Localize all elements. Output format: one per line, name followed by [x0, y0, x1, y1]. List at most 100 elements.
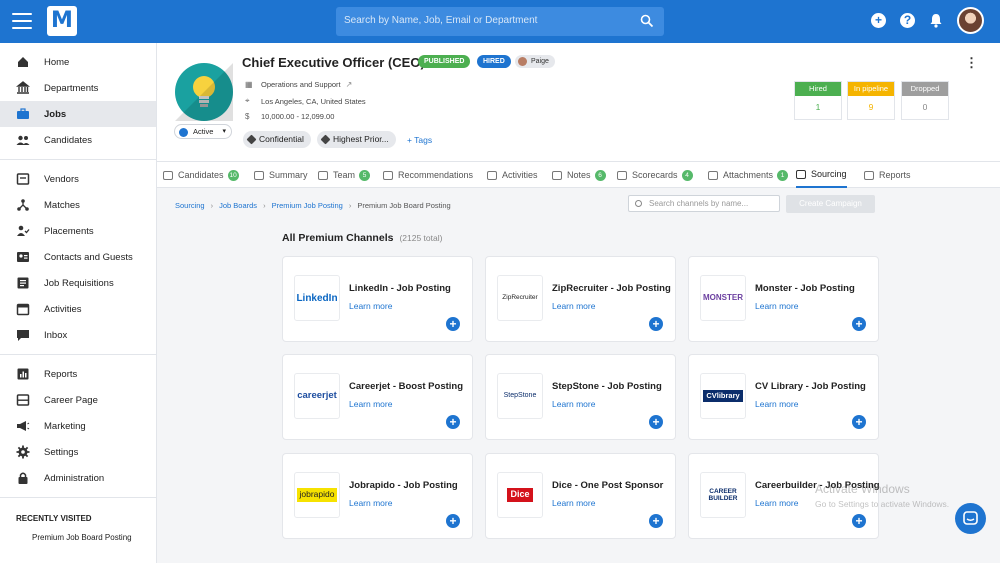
add-channel-icon[interactable]: + — [852, 415, 866, 429]
sidebar-item-career-page[interactable]: Career Page — [0, 387, 156, 413]
channel-card[interactable]: MONSTER Monster - Job Posting Learn more + — [688, 256, 879, 342]
tab-recommendations-icon — [383, 170, 393, 180]
tab-label: Recommendations — [398, 169, 474, 180]
tab-count-badge: 5 — [359, 169, 371, 181]
tab-sourcing-icon — [796, 169, 806, 179]
learn-more-link[interactable]: Learn more — [552, 399, 595, 409]
tab-count-badge: 1 — [777, 169, 789, 181]
sidebar-item-contacts-and-guests[interactable]: Contacts and Guests — [0, 244, 156, 270]
channel-logo: StepStone — [497, 373, 543, 419]
recent-item[interactable]: Premium Job Board Posting — [0, 523, 156, 542]
tab-label: Candidates — [178, 169, 224, 180]
chip-confidential[interactable]: Confidential — [243, 131, 311, 148]
breadcrumb-premium[interactable]: Premium Job Posting — [272, 201, 343, 210]
channel-logo-text: CAREER BUILDER — [701, 485, 745, 505]
more-options-icon[interactable]: ⋮ — [965, 55, 978, 71]
channel-search-input[interactable]: Search channels by name... — [628, 195, 780, 212]
add-channel-icon[interactable]: + — [852, 514, 866, 528]
tab-label: Activities — [502, 169, 538, 180]
tab-notes[interactable]: Notes 6 — [552, 162, 606, 188]
sidebar-item-placements[interactable]: Placements — [0, 218, 156, 244]
owner-chip[interactable]: Paige — [515, 55, 555, 68]
add-channel-icon[interactable]: + — [852, 317, 866, 331]
sidebar-item-departments[interactable]: Departments — [0, 75, 156, 101]
breadcrumb-job-boards[interactable]: Job Boards — [219, 201, 257, 210]
learn-more-link[interactable]: Learn more — [755, 399, 798, 409]
top-actions: + ? — [871, 7, 984, 34]
add-channel-icon[interactable]: + — [649, 415, 663, 429]
help-icon[interactable]: ? — [900, 13, 915, 28]
tab-attachments[interactable]: Attachments 1 — [708, 162, 789, 188]
sidebar-item-label: Inbox — [44, 329, 68, 341]
tag-icon — [246, 134, 257, 145]
sidebar-item-label: Career Page — [44, 394, 98, 406]
channel-card[interactable]: jobrapido Jobrapido - Job Posting Learn mo… — [282, 453, 473, 539]
channel-card[interactable]: careerjet Careerjet - Boost Posting Learn … — [282, 354, 473, 440]
learn-more-link[interactable]: Learn more — [552, 301, 595, 311]
breadcrumb-sourcing[interactable]: Sourcing — [175, 201, 205, 210]
tab-team[interactable]: Team 5 — [318, 162, 371, 188]
owner-avatar — [518, 57, 527, 66]
tab-attachments-icon — [708, 170, 718, 180]
sidebar-item-administration[interactable]: Administration — [0, 465, 156, 491]
tab-candidates[interactable]: Candidates 10 — [163, 162, 239, 188]
sidebar-item-marketing[interactable]: Marketing — [0, 413, 156, 439]
channel-card[interactable]: LinkedIn LinkedIn - Job Posting Learn more… — [282, 256, 473, 342]
channel-card[interactable]: ZipRecruiter ZipRecruiter - Job Posting Le… — [485, 256, 676, 342]
watermark-subtitle: Go to Settings to activate Windows. — [815, 499, 950, 509]
sidebar-item-job-requisitions[interactable]: Job Requisitions — [0, 270, 156, 296]
chat-launcher-button[interactable] — [955, 503, 986, 534]
tab-activities[interactable]: Activities — [487, 162, 538, 188]
sidebar-item-home[interactable]: Home — [0, 49, 156, 75]
tab-candidates-icon — [163, 170, 173, 180]
stat-hired[interactable]: Hired 1 — [794, 81, 842, 120]
learn-more-link[interactable]: Learn more — [349, 301, 392, 311]
stat-in-pipeline[interactable]: In pipeline 9 — [847, 81, 895, 120]
channel-logo-text: MONSTER — [701, 291, 745, 305]
user-avatar[interactable] — [957, 7, 984, 34]
tab-reports[interactable]: Reports — [864, 162, 911, 188]
add-tags-link[interactable]: + Tags — [407, 135, 432, 145]
channel-card[interactable]: CAREER BUILDER Careerbuilder - Job Postin… — [688, 453, 880, 539]
tab-team-icon — [318, 170, 328, 180]
tab-sourcing[interactable]: Sourcing — [796, 162, 847, 188]
sidebar-item-inbox[interactable]: Inbox — [0, 322, 156, 348]
sidebar-item-reports[interactable]: Reports — [0, 361, 156, 387]
add-channel-icon[interactable]: + — [649, 514, 663, 528]
sidebar-item-candidates[interactable]: Candidates — [0, 127, 156, 153]
tab-recommendations[interactable]: Recommendations — [383, 162, 473, 188]
learn-more-link[interactable]: Learn more — [349, 399, 392, 409]
add-channel-icon[interactable]: + — [446, 317, 460, 331]
learn-more-link[interactable]: Learn more — [552, 498, 595, 508]
learn-more-link[interactable]: Learn more — [755, 498, 798, 508]
global-search[interactable]: Search by Name, Job, Email or Department — [336, 7, 664, 36]
channel-card[interactable]: StepStone StepStone - Job Posting Learn mo… — [485, 354, 676, 440]
chevron-down-icon: ▾ — [222, 128, 226, 135]
sidebar-item-matches[interactable]: Matches — [0, 192, 156, 218]
chip-priority[interactable]: Highest Prior... — [317, 131, 396, 148]
sidebar-item-label: Contacts and Guests — [44, 251, 133, 263]
add-channel-icon[interactable]: + — [446, 514, 460, 528]
sidebar-item-activities[interactable]: Activities — [0, 296, 156, 322]
add-channel-icon[interactable]: + — [446, 415, 460, 429]
add-channel-icon[interactable]: + — [649, 317, 663, 331]
learn-more-link[interactable]: Learn more — [755, 301, 798, 311]
learn-more-link[interactable]: Learn more — [349, 498, 392, 508]
search-icon[interactable] — [640, 14, 654, 28]
tab-scorecards[interactable]: Scorecards 4 — [617, 162, 693, 188]
channel-card[interactable]: Dice Dice - One Post Sponsor Learn more + — [485, 453, 676, 539]
external-link-icon[interactable]: ↗ — [346, 80, 353, 89]
job-state-select[interactable]: Active ▾ — [174, 124, 232, 139]
building-icon — [16, 81, 30, 95]
sidebar-item-vendors[interactable]: Vendors — [0, 166, 156, 192]
sidebar-item-jobs[interactable]: Jobs — [0, 101, 156, 127]
app-logo[interactable]: M — [47, 6, 77, 36]
bell-icon[interactable] — [929, 13, 943, 28]
create-campaign-button[interactable]: Create Campaign — [786, 195, 875, 213]
sidebar-item-settings[interactable]: Settings — [0, 439, 156, 465]
tab-summary[interactable]: Summary — [254, 162, 308, 188]
menu-icon[interactable] — [12, 13, 32, 29]
channel-card[interactable]: CVlibrary CV Library - Job Posting Learn m… — [688, 354, 879, 440]
stat-dropped[interactable]: Dropped 0 — [901, 81, 949, 120]
add-icon[interactable]: + — [871, 13, 886, 28]
